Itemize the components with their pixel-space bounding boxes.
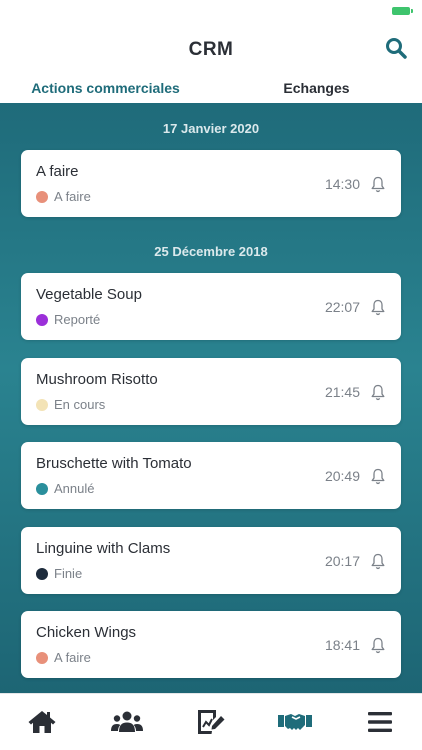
action-card[interactable]: Chicken Wings A faire 18:41 xyxy=(21,611,401,678)
status-dot xyxy=(36,482,48,495)
status-indicator: A faire xyxy=(36,189,91,204)
action-card[interactable]: A faire A faire 14:30 xyxy=(21,150,401,217)
nav-actions[interactable] xyxy=(275,702,315,742)
status-indicator: Annulé xyxy=(36,481,94,496)
action-title: A faire xyxy=(36,163,79,180)
nav-contacts[interactable] xyxy=(107,702,147,742)
action-card[interactable]: Mushroom Risotto En cours 21:45 xyxy=(21,358,401,425)
status-dot xyxy=(36,190,48,203)
action-title: Bruschette with Tomato xyxy=(36,455,192,472)
nav-home[interactable] xyxy=(22,702,62,742)
search-button[interactable] xyxy=(384,36,408,60)
bell-icon[interactable] xyxy=(370,553,386,570)
date-group-header: 25 Décembre 2018 xyxy=(154,244,268,259)
users-icon xyxy=(110,711,143,732)
status-dot xyxy=(36,651,48,664)
status-label: A faire xyxy=(54,189,91,204)
bell-icon[interactable] xyxy=(370,468,386,485)
menu-icon xyxy=(367,712,392,732)
status-label: Annulé xyxy=(54,481,95,496)
status-indicator: Reporté xyxy=(36,312,100,327)
action-time: 14:30 xyxy=(324,176,360,192)
status-label: Reporté xyxy=(54,312,101,327)
tab-bar: Actions commerciales Echanges xyxy=(0,74,422,102)
action-time: 21:45 xyxy=(324,384,360,400)
status-dot xyxy=(36,567,48,580)
nav-menu[interactable] xyxy=(360,702,400,742)
tab-echanges[interactable]: Echanges xyxy=(211,74,422,102)
status-indicator: En cours xyxy=(36,397,105,412)
home-icon xyxy=(28,711,56,733)
action-time: 22:07 xyxy=(324,299,360,315)
handshake-icon xyxy=(278,714,313,730)
action-title: Chicken Wings xyxy=(36,624,137,641)
action-title: Mushroom Risotto xyxy=(36,371,158,388)
status-label: Finie xyxy=(54,566,83,581)
chart-edit-icon xyxy=(197,710,225,734)
status-dot xyxy=(36,398,48,411)
status-label: A faire xyxy=(54,650,91,665)
action-list[interactable]: 17 Janvier 2020 A faire A faire 14:30 25… xyxy=(0,103,422,693)
action-title: Linguine with Clams xyxy=(36,540,171,557)
action-card[interactable]: Vegetable Soup Reporté 22:07 xyxy=(21,273,401,340)
action-time: 20:17 xyxy=(324,553,360,569)
action-card[interactable]: Bruschette with Tomato Annulé 20:49 xyxy=(21,442,401,509)
status-dot xyxy=(36,313,48,326)
action-time: 18:41 xyxy=(324,637,360,653)
battery-icon xyxy=(392,7,413,15)
action-card[interactable]: Linguine with Clams Finie 20:17 xyxy=(21,527,401,594)
nav-reports[interactable] xyxy=(191,702,231,742)
status-indicator: A faire xyxy=(36,650,91,665)
status-bar xyxy=(0,0,422,22)
app-header: CRM xyxy=(0,22,422,78)
search-icon xyxy=(386,38,407,59)
action-time: 20:49 xyxy=(324,468,360,484)
bell-icon[interactable] xyxy=(370,299,386,316)
status-label: En cours xyxy=(54,397,106,412)
status-indicator: Finie xyxy=(36,566,82,581)
bell-icon[interactable] xyxy=(370,176,386,193)
tab-actions-commerciales[interactable]: Actions commerciales xyxy=(0,74,211,102)
page-title: CRM xyxy=(188,39,234,60)
date-group-header: 17 Janvier 2020 xyxy=(162,121,260,136)
action-title: Vegetable Soup xyxy=(36,286,142,303)
bell-icon[interactable] xyxy=(370,384,386,401)
bottom-navigation xyxy=(0,693,422,750)
bell-icon[interactable] xyxy=(370,637,386,654)
